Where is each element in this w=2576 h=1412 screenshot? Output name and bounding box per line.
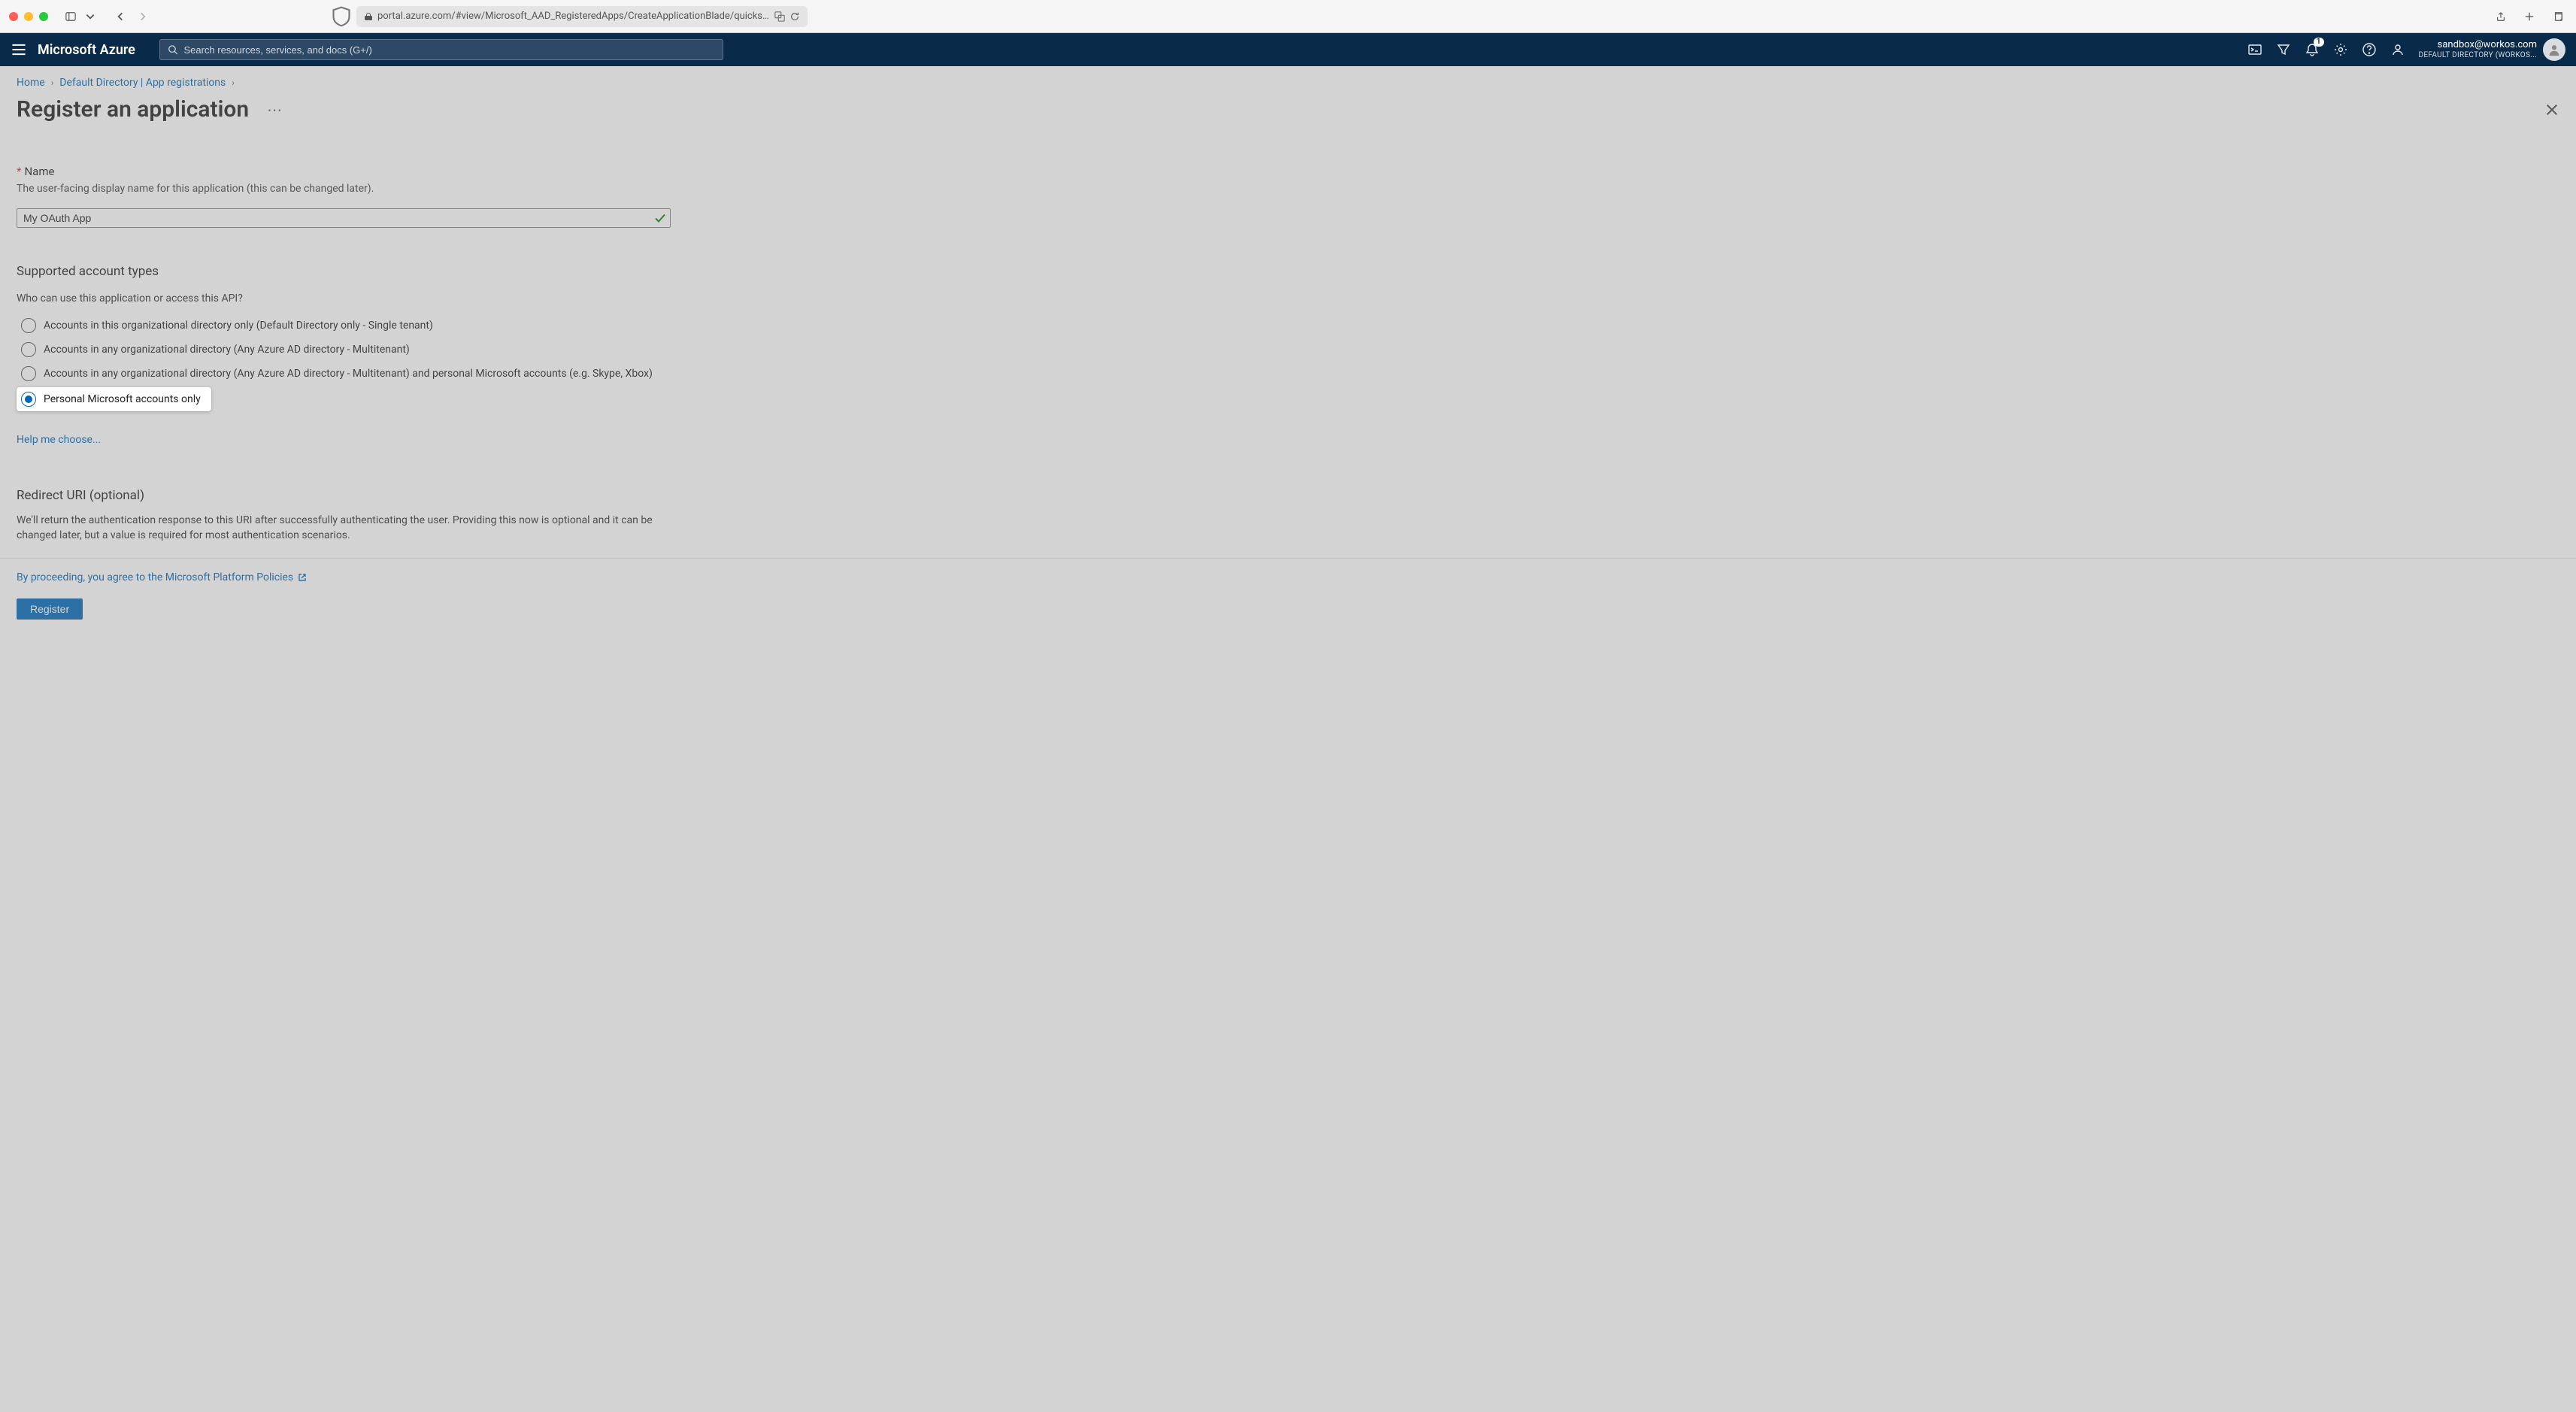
register-button[interactable]: Register — [17, 598, 83, 620]
account-email: sandbox@workos.com — [2419, 40, 2537, 50]
cloud-shell-icon[interactable] — [2247, 42, 2262, 57]
chevron-down-icon[interactable] — [81, 8, 99, 26]
avatar — [2543, 38, 2565, 61]
account-type-option-0[interactable]: Accounts in this organizational director… — [17, 315, 438, 336]
directory-filter-icon[interactable] — [2276, 42, 2291, 57]
more-actions-icon[interactable]: ⋯ — [262, 101, 286, 119]
translate-icon[interactable] — [774, 11, 785, 22]
account-types-radio-group: Accounts in this organizational director… — [17, 315, 735, 411]
breadcrumb-app-registrations[interactable]: Default Directory | App registrations — [59, 77, 226, 89]
browser-chrome: portal.azure.com/#view/Microsoft_AAD_Reg… — [0, 0, 2576, 33]
sidebar-toggle-icon[interactable] — [62, 8, 80, 26]
new-tab-icon[interactable] — [2520, 8, 2538, 26]
notifications-icon[interactable]: 1 — [2305, 42, 2320, 57]
share-icon[interactable] — [2492, 8, 2510, 26]
account-type-option-label: Accounts in this organizational director… — [44, 320, 433, 332]
external-link-icon — [298, 573, 307, 582]
redirect-uri-description: We'll return the authentication response… — [17, 514, 663, 543]
reload-icon[interactable] — [789, 11, 800, 22]
window-traffic-lights — [9, 12, 48, 21]
notification-badge: 1 — [2314, 38, 2324, 47]
app-name-input[interactable] — [17, 208, 671, 228]
account-directory: DEFAULT DIRECTORY (WORKOS... — [2419, 51, 2537, 59]
radio-icon — [21, 392, 36, 407]
azure-top-bar: Microsoft Azure 1 sandbox@workos.com — [0, 33, 2576, 66]
validation-check-icon — [654, 212, 666, 224]
breadcrumb: Home › Default Directory | App registrat… — [0, 66, 2576, 93]
help-me-choose-link[interactable]: Help me choose... — [17, 434, 735, 446]
url-bar[interactable]: portal.azure.com/#view/Microsoft_AAD_Reg… — [356, 6, 808, 27]
chevron-right-icon: › — [51, 77, 54, 88]
account-type-option-1[interactable]: Accounts in any organizational directory… — [17, 339, 414, 360]
account-type-option-label: Accounts in any organizational directory… — [44, 344, 410, 356]
name-field-label: *Name — [17, 165, 735, 178]
url-text: portal.azure.com/#view/Microsoft_AAD_Reg… — [377, 11, 770, 22]
account-menu[interactable]: sandbox@workos.com DEFAULT DIRECTORY (WO… — [2419, 38, 2565, 61]
account-type-option-label: Personal Microsoft accounts only — [44, 393, 201, 405]
global-search[interactable] — [159, 39, 723, 60]
breadcrumb-home[interactable]: Home — [17, 77, 45, 89]
window-zoom-dot[interactable] — [39, 12, 48, 21]
required-mark: * — [17, 165, 21, 178]
radio-icon — [21, 342, 36, 357]
close-blade-icon[interactable] — [2544, 102, 2559, 117]
tabs-overview-icon[interactable] — [2549, 8, 2567, 26]
radio-icon — [21, 318, 36, 333]
platform-policies-text: By proceeding, you agree to the Microsof… — [17, 571, 293, 583]
privacy-shield-icon[interactable] — [331, 8, 352, 26]
redirect-uri-title: Redirect URI (optional) — [17, 488, 735, 503]
account-types-subtitle: Who can use this application or access t… — [17, 292, 735, 305]
account-types-title: Supported account types — [17, 264, 735, 279]
page-title: Register an application — [17, 96, 249, 123]
settings-icon[interactable] — [2333, 42, 2348, 57]
chevron-right-icon: › — [232, 77, 235, 88]
account-type-option-3[interactable]: Personal Microsoft accounts only — [17, 387, 211, 411]
window-minimize-dot[interactable] — [24, 12, 33, 21]
name-field-help: The user-facing display name for this ap… — [17, 183, 735, 195]
account-type-option-label: Accounts in any organizational directory… — [44, 368, 653, 380]
lock-icon — [364, 12, 373, 21]
search-icon — [168, 44, 178, 55]
window-close-dot[interactable] — [9, 12, 18, 21]
platform-policies-link[interactable]: By proceeding, you agree to the Microsof… — [17, 571, 307, 583]
feedback-icon[interactable] — [2390, 42, 2405, 57]
portal-menu-icon[interactable] — [11, 41, 27, 58]
account-type-option-2[interactable]: Accounts in any organizational directory… — [17, 363, 657, 384]
nav-forward-icon[interactable] — [134, 8, 152, 26]
radio-icon — [21, 366, 36, 381]
help-icon[interactable] — [2362, 42, 2377, 57]
global-search-input[interactable] — [183, 44, 714, 56]
nav-back-icon[interactable] — [111, 8, 129, 26]
brand-label[interactable]: Microsoft Azure — [38, 42, 135, 58]
